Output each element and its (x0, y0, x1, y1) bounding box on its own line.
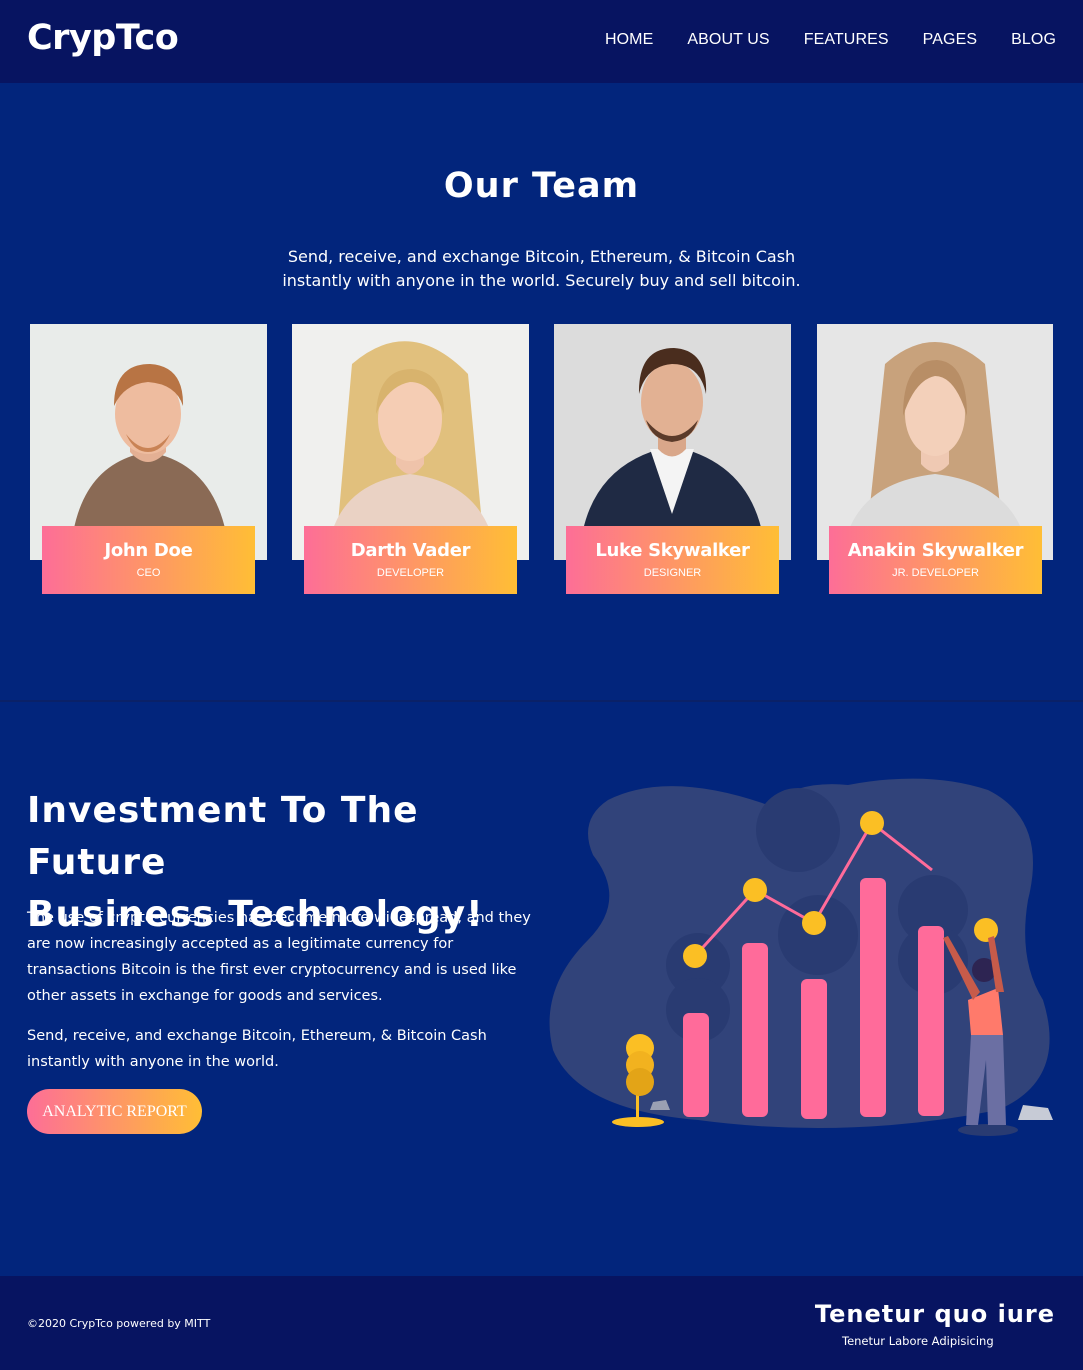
member-photo (30, 324, 267, 560)
nav-home[interactable]: HOME (605, 31, 653, 49)
team-description-line1: Send, receive, and exchange Bitcoin, Eth… (287, 247, 796, 266)
member-name-box: Anakin Skywalker JR. DEVELOPER (829, 526, 1042, 594)
nav-features[interactable]: FEATURES (804, 31, 889, 49)
growth-chart-illustration (548, 760, 1068, 1150)
member-role: DEVELOPER (376, 567, 445, 579)
footer-title: Tenetur quo iure (814, 1300, 1055, 1328)
copyright-text: ©2020 CrypTco powered by MITT (27, 1317, 211, 1330)
main-nav: HOME ABOUT US FEATURES PAGES BLOG (605, 31, 1056, 49)
member-name: Luke Skywalker (595, 540, 750, 561)
member-name: John Doe (104, 540, 193, 561)
footer-subtitle: Tenetur Labore Adipisicing (842, 1334, 994, 1348)
member-role: DESIGNER (643, 567, 702, 579)
analytic-report-button[interactable]: ANALYTIC REPORT (27, 1089, 202, 1134)
member-name-box: Darth Vader DEVELOPER (304, 526, 517, 594)
logo[interactable]: CrypTco (27, 18, 179, 58)
investment-paragraph-2: Send, receive, and exchange Bitcoin, Eth… (27, 1028, 487, 1070)
member-name: Darth Vader (350, 540, 471, 561)
team-card-anakin-skywalker: Anakin Skywalker JR. DEVELOPER (817, 324, 1054, 594)
member-role: JR. DEVELOPER (892, 567, 979, 579)
investment-paragraph-1: The use of crypto-currencies has become … (27, 910, 531, 1004)
member-photo (292, 324, 529, 560)
member-name-box: John Doe CEO (42, 526, 255, 594)
member-photo (554, 324, 791, 560)
team-card-john-doe: John Doe CEO (30, 324, 267, 594)
nav-blog[interactable]: BLOG (1011, 31, 1056, 49)
site-header: CrypTco HOME ABOUT US FEATURES PAGES BLO… (0, 0, 1083, 83)
member-role: CEO (136, 567, 161, 579)
nav-about-us[interactable]: ABOUT US (687, 31, 769, 49)
section-divider (0, 700, 1083, 702)
member-photo (817, 324, 1054, 560)
investment-title-line1: Investment To The Future (27, 790, 419, 883)
member-name: Anakin Skywalker (847, 540, 1024, 561)
team-card-darth-vader: Darth Vader DEVELOPER (292, 324, 529, 594)
site-footer: ©2020 CrypTco powered by MITT Tenetur qu… (0, 1276, 1083, 1370)
team-title: Our Team (443, 166, 640, 206)
team-card-luke-skywalker: Luke Skywalker DESIGNER (554, 324, 791, 594)
nav-pages[interactable]: PAGES (923, 31, 977, 49)
team-description: Send, receive, and exchange Bitcoin, Eth… (0, 245, 1083, 293)
team-description-line2: instantly with anyone in the world. Secu… (282, 271, 801, 290)
member-name-box: Luke Skywalker DESIGNER (566, 526, 779, 594)
